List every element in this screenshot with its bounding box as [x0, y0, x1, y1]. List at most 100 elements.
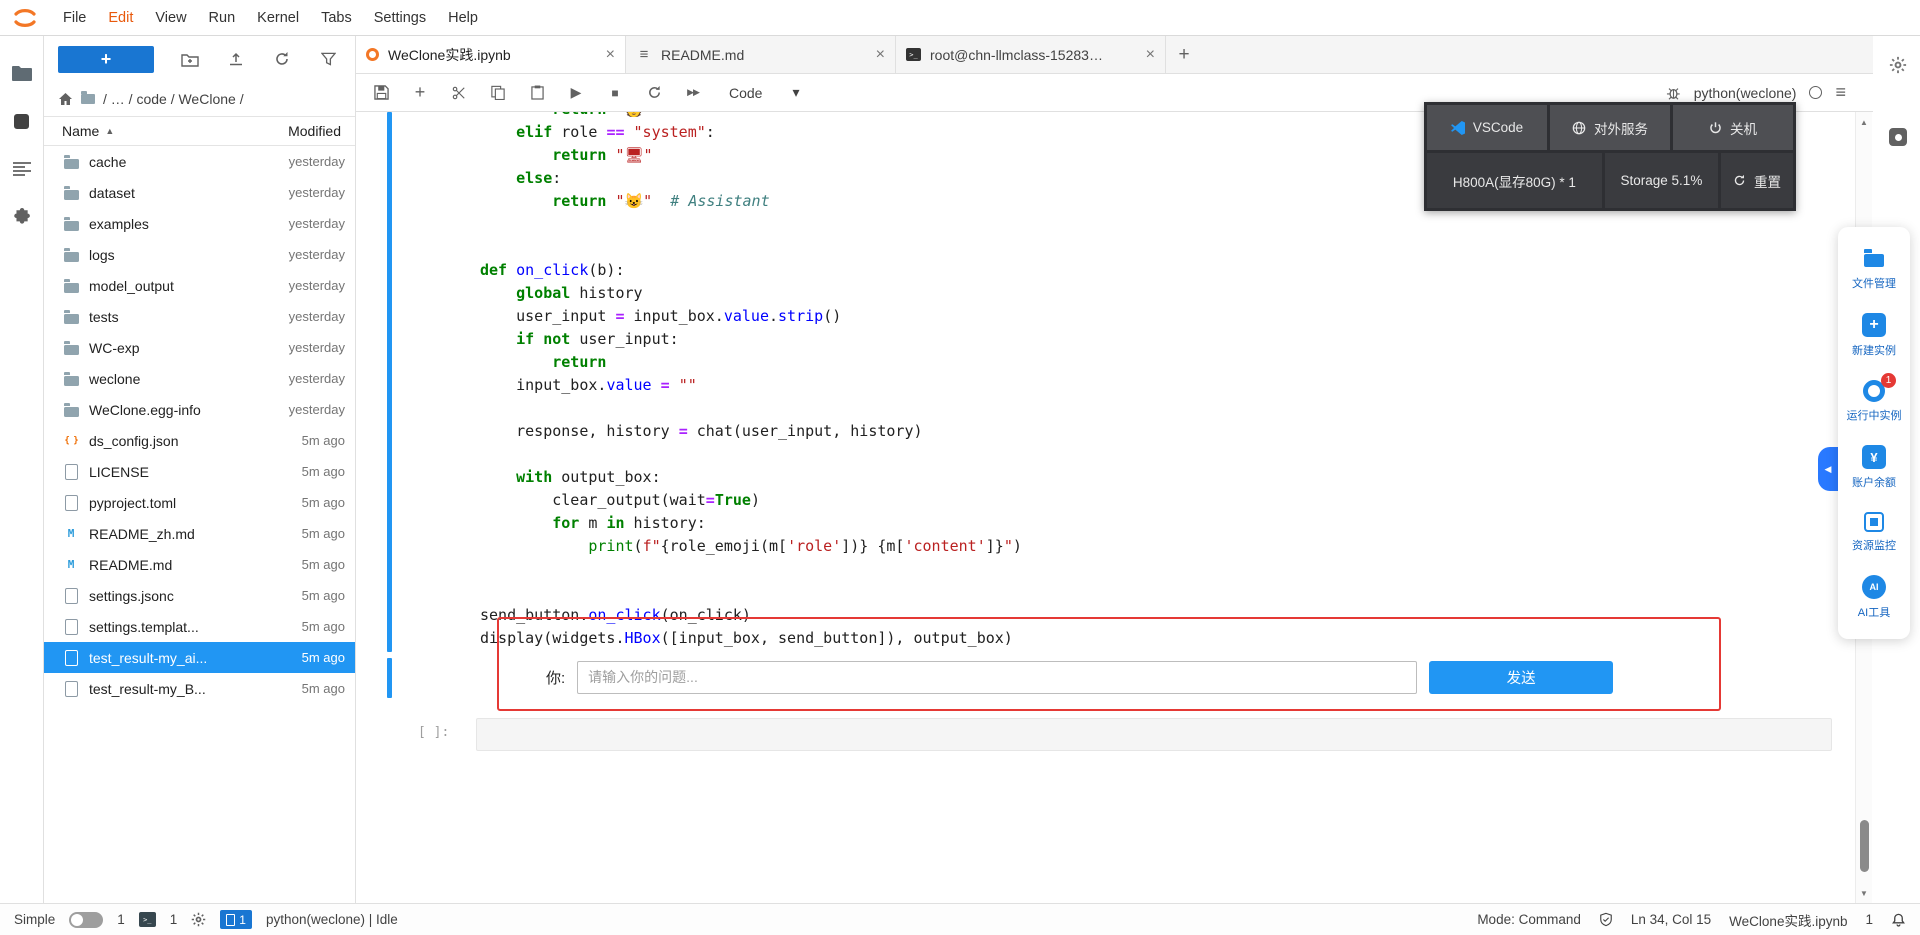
rail-collapse-handle[interactable]: ◀	[1818, 447, 1838, 491]
extension-icon[interactable]	[1889, 128, 1907, 146]
vscode-button[interactable]: VSCode	[1427, 105, 1547, 150]
breadcrumb-path[interactable]: / … / code / WeClone /	[103, 91, 244, 107]
copy-cell-icon[interactable]	[489, 85, 507, 100]
file-row[interactable]: ds_config.json 5m ago	[44, 425, 355, 456]
rail-item-ai[interactable]: AI工具	[1838, 564, 1910, 631]
folder-crumb-icon[interactable]	[81, 91, 95, 104]
file-row[interactable]: LICENSE 5m ago	[44, 456, 355, 487]
bell-icon[interactable]	[1891, 912, 1906, 928]
terminal-icon[interactable]	[138, 912, 156, 927]
upload-icon[interactable]	[226, 49, 246, 69]
kernel-name[interactable]: python(weclone)	[1694, 85, 1797, 101]
file-modified: 5m ago	[301, 433, 345, 448]
file-browser-icon[interactable]	[11, 62, 33, 84]
cut-cell-icon[interactable]	[450, 86, 468, 100]
empty-cell-prompt: [ ]:	[418, 725, 450, 740]
scrollbar-thumb[interactable]	[1860, 820, 1869, 872]
send-button[interactable]: 发送	[1429, 660, 1614, 694]
question-input[interactable]	[577, 660, 1418, 694]
debugger-bug-icon[interactable]	[1666, 85, 1681, 100]
file-row[interactable]: WC-exp yesterday	[44, 332, 355, 363]
file-modified: 5m ago	[301, 557, 345, 572]
file-row[interactable]: tests yesterday	[44, 301, 355, 332]
notebook-tab-badge[interactable]: 1	[220, 910, 252, 929]
menu-kernel[interactable]: Kernel	[246, 4, 310, 32]
menu-file[interactable]: File	[52, 4, 97, 32]
close-icon[interactable]: ×	[606, 46, 615, 63]
sort-ascending-icon[interactable]: ▲	[105, 126, 114, 136]
scroll-down-icon[interactable]: ▼	[1856, 885, 1872, 901]
extension-manager-icon[interactable]	[11, 206, 33, 228]
close-icon[interactable]: ×	[876, 46, 885, 63]
external-service-button[interactable]: 对外服务	[1550, 105, 1670, 150]
rail-item-new-instance[interactable]: 新建实例	[1838, 302, 1910, 369]
save-icon[interactable]	[372, 85, 390, 100]
file-row[interactable]: test_result-my_B... 5m ago	[44, 673, 355, 704]
tab[interactable]: README.md ×	[626, 36, 896, 73]
close-icon[interactable]: ×	[1146, 46, 1155, 63]
restart-kernel-icon[interactable]	[645, 85, 663, 100]
kernel-status-icon[interactable]	[1809, 86, 1823, 99]
name-column-header[interactable]: Name	[62, 123, 99, 139]
breadcrumb[interactable]: / … / code / WeClone /	[44, 82, 355, 116]
file-row[interactable]: logs yesterday	[44, 239, 355, 270]
table-of-contents-icon[interactable]	[11, 158, 33, 180]
trust-shield-icon[interactable]	[1599, 912, 1613, 927]
file-list-header: Name ▲ Modified	[44, 116, 355, 146]
running-sessions-icon[interactable]	[11, 110, 33, 132]
run-cell-icon[interactable]: ▶	[567, 84, 585, 101]
shutdown-button[interactable]: 关机	[1673, 105, 1793, 150]
restart-run-all-icon[interactable]: ▶▶	[684, 87, 702, 98]
simple-mode-toggle[interactable]	[69, 911, 104, 928]
file-row[interactable]: weclone yesterday	[44, 363, 355, 394]
file-row[interactable]: settings.jsonc 5m ago	[44, 580, 355, 611]
file-row[interactable]: pyproject.toml 5m ago	[44, 487, 355, 518]
file-modified: 5m ago	[301, 681, 345, 696]
file-row[interactable]: WeClone.egg-info yesterday	[44, 394, 355, 425]
empty-cell-editor[interactable]	[476, 718, 1832, 751]
rail-item-balance[interactable]: 账户余额	[1838, 434, 1910, 501]
new-launcher-button[interactable]: +	[58, 45, 154, 73]
rail-item-running[interactable]: 运行中实例 1	[1838, 369, 1910, 434]
file-row[interactable]: cache yesterday	[44, 146, 355, 177]
cell-type-dropdown[interactable]: Code ▾	[729, 84, 800, 101]
menu-help[interactable]: Help	[437, 4, 489, 32]
reset-button[interactable]: 重置	[1721, 153, 1793, 208]
cursor-position[interactable]: Ln 34, Col 15	[1631, 912, 1711, 927]
menu-edit[interactable]: Edit	[97, 4, 144, 32]
menu-view[interactable]: View	[144, 4, 197, 32]
new-tab-button[interactable]: +	[1166, 36, 1202, 73]
rail-item-monitor[interactable]: 资源监控	[1838, 501, 1910, 564]
refresh-icon[interactable]	[272, 49, 292, 69]
file-row[interactable]: examples yesterday	[44, 208, 355, 239]
notebook-content: return "🧑" elif role == "system": return…	[356, 112, 1920, 903]
file-row[interactable]: dataset yesterday	[44, 177, 355, 208]
hamburger-menu-icon[interactable]: ≡	[1835, 82, 1846, 103]
tab[interactable]: WeClone实践.ipynb ×	[356, 36, 626, 73]
paste-cell-icon[interactable]	[528, 85, 546, 100]
gear-icon[interactable]	[1889, 56, 1907, 79]
modified-column-header[interactable]: Modified	[288, 123, 343, 139]
file-row[interactable]: README.md 5m ago	[44, 549, 355, 580]
stop-kernel-icon[interactable]: ■	[606, 86, 624, 100]
file-row[interactable]: test_result-my_ai... 5m ago	[44, 642, 355, 673]
home-icon[interactable]	[58, 92, 73, 106]
tab[interactable]: root@chn-llmclass-15283… ×	[896, 36, 1166, 73]
scroll-up-icon[interactable]: ▲	[1856, 114, 1872, 130]
sessions-gear-icon[interactable]	[191, 912, 206, 927]
filter-icon[interactable]	[318, 49, 338, 69]
folder-icon	[62, 277, 80, 294]
rail-item-files[interactable]: 文件管理	[1838, 235, 1910, 302]
ai-icon	[1862, 575, 1886, 599]
file-row[interactable]: model_output yesterday	[44, 270, 355, 301]
menu-tabs[interactable]: Tabs	[310, 4, 363, 32]
new-folder-icon[interactable]	[180, 49, 200, 69]
file-row[interactable]: README_zh.md 5m ago	[44, 518, 355, 549]
menu-settings[interactable]: Settings	[363, 4, 437, 32]
file-modified: 5m ago	[301, 464, 345, 479]
kernel-status-text[interactable]: python(weclone) | Idle	[266, 912, 398, 927]
file-row[interactable]: settings.templat... 5m ago	[44, 611, 355, 642]
file-modified: 5m ago	[301, 495, 345, 510]
add-cell-icon[interactable]: +	[411, 82, 429, 103]
menu-run[interactable]: Run	[198, 4, 247, 32]
